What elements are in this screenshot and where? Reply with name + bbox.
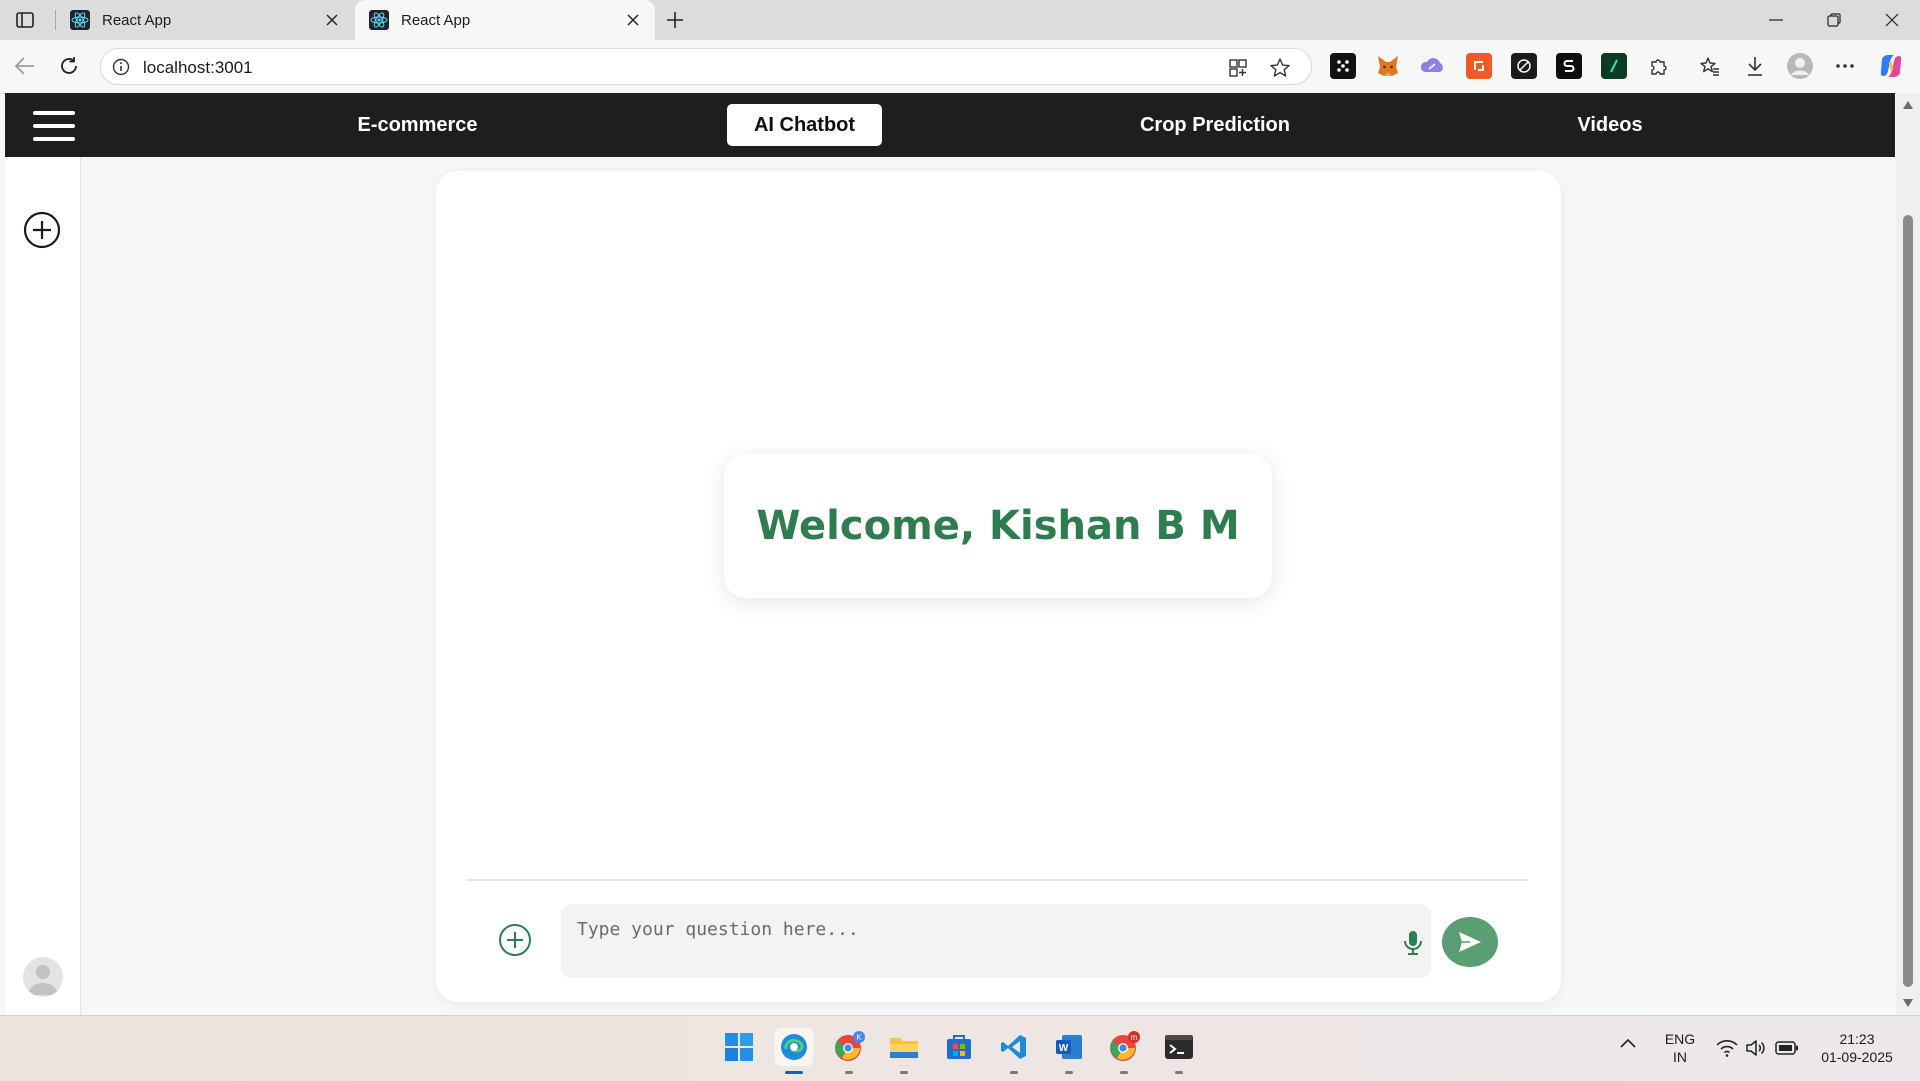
nav-ai-chatbot[interactable]: AI Chatbot <box>727 104 882 146</box>
new-chat-plus-icon[interactable] <box>23 211 61 249</box>
clock[interactable]: 21:23 01-09-2025 <box>1812 1030 1902 1066</box>
address-bar[interactable]: localhost:3001 <box>100 48 1312 85</box>
scrollbar-thumb[interactable] <box>1903 215 1913 987</box>
question-input-box <box>561 904 1431 978</box>
favorite-star-icon[interactable] <box>1269 57 1291 79</box>
close-window-icon[interactable] <box>1864 0 1920 40</box>
site-info-icon[interactable] <box>111 57 131 77</box>
nav-videos[interactable]: Videos <box>1545 104 1675 146</box>
chrome-profile-k-icon[interactable]: K <box>830 1028 868 1074</box>
welcome-message: Welcome, Kishan B M <box>756 503 1240 549</box>
app-available-icon[interactable] <box>1227 57 1249 79</box>
nav-crop-prediction[interactable]: Crop Prediction <box>1105 104 1325 146</box>
close-tab-icon[interactable] <box>623 10 643 30</box>
scroll-up-icon <box>1903 101 1913 109</box>
extension-s-icon[interactable] <box>1556 53 1582 79</box>
browser-toolbar: localhost:3001 <box>0 40 1920 94</box>
menu-icon[interactable] <box>33 111 75 141</box>
react-icon <box>70 10 90 30</box>
extension-dice-icon[interactable] <box>1330 53 1356 79</box>
tab-actions-icon[interactable] <box>12 8 38 32</box>
chrome-profile-m-icon[interactable]: m <box>1105 1028 1143 1074</box>
windows-start-icon[interactable] <box>720 1028 758 1066</box>
scroll-down-icon <box>1903 999 1913 1007</box>
back-arrow-icon[interactable] <box>8 49 42 83</box>
extension-slash-icon[interactable] <box>1511 53 1537 79</box>
chat-panel: Welcome, Kishan B M <box>436 171 1561 1002</box>
taskbar: K W m ENG IN 21:23 01-09-2025 <box>0 1015 1920 1081</box>
welcome-card: Welcome, Kishan B M <box>724 454 1272 598</box>
more-options-icon[interactable] <box>1832 53 1858 79</box>
tray-chevron-up-icon[interactable] <box>1620 1038 1636 1048</box>
microphone-icon[interactable] <box>1399 928 1427 958</box>
minimize-icon[interactable] <box>1748 0 1804 40</box>
address-url: localhost:3001 <box>143 58 253 77</box>
svg-text:m: m <box>1131 1033 1138 1042</box>
input-language[interactable]: ENG IN <box>1660 1030 1700 1066</box>
browser-tab-strip: React App React App <box>0 0 1920 40</box>
input-divider <box>467 879 1528 881</box>
vscode-icon[interactable] <box>995 1028 1033 1074</box>
clock-time: 21:23 <box>1839 1031 1875 1047</box>
sidebar-rail <box>5 157 81 1015</box>
send-button[interactable] <box>1442 917 1498 967</box>
extension-terminal-icon[interactable] <box>1601 53 1627 79</box>
new-tab-icon[interactable] <box>662 8 688 32</box>
clock-date: 01-09-2025 <box>1821 1049 1893 1065</box>
send-icon <box>1459 932 1481 952</box>
word-icon[interactable]: W <box>1050 1028 1088 1074</box>
react-icon <box>369 10 389 30</box>
user-avatar[interactable] <box>23 957 63 997</box>
wifi-icon[interactable] <box>1716 1039 1738 1057</box>
favorites-icon[interactable] <box>1697 53 1723 79</box>
edge-browser-icon[interactable] <box>775 1028 813 1074</box>
reload-icon[interactable] <box>52 49 86 83</box>
browser-tab-2[interactable]: React App <box>355 0 655 40</box>
close-tab-icon[interactable] <box>322 10 342 30</box>
page-scrollbar[interactable] <box>1896 93 1920 1015</box>
volume-icon[interactable] <box>1746 1039 1766 1057</box>
extensions-puzzle-icon[interactable] <box>1646 53 1672 79</box>
extension-orange-icon[interactable] <box>1466 53 1492 79</box>
svg-text:W: W <box>1059 1043 1069 1054</box>
region-code: IN <box>1673 1049 1687 1065</box>
extension-cloud-icon[interactable] <box>1420 53 1446 79</box>
microsoft-store-icon[interactable] <box>940 1028 978 1066</box>
metamask-fox-icon[interactable] <box>1375 53 1401 79</box>
tab-title: React App <box>102 11 172 29</box>
attach-plus-icon[interactable] <box>498 923 532 957</box>
downloads-icon[interactable] <box>1742 53 1768 79</box>
copilot-icon[interactable] <box>1878 53 1904 79</box>
app-navbar: E-commerce AI Chatbot Crop Prediction Vi… <box>5 93 1895 157</box>
battery-icon[interactable] <box>1775 1040 1799 1056</box>
restore-icon[interactable] <box>1806 0 1862 40</box>
file-explorer-icon[interactable] <box>885 1028 923 1074</box>
svg-text:K: K <box>856 1033 862 1042</box>
language-code: ENG <box>1664 1031 1696 1047</box>
terminal-icon[interactable] <box>1160 1028 1198 1074</box>
profile-avatar-icon[interactable] <box>1787 53 1813 79</box>
tab-title: React App <box>401 11 471 29</box>
question-input[interactable] <box>575 910 1359 948</box>
browser-tab-1[interactable]: React App <box>56 0 354 40</box>
nav-ecommerce[interactable]: E-commerce <box>315 104 520 146</box>
